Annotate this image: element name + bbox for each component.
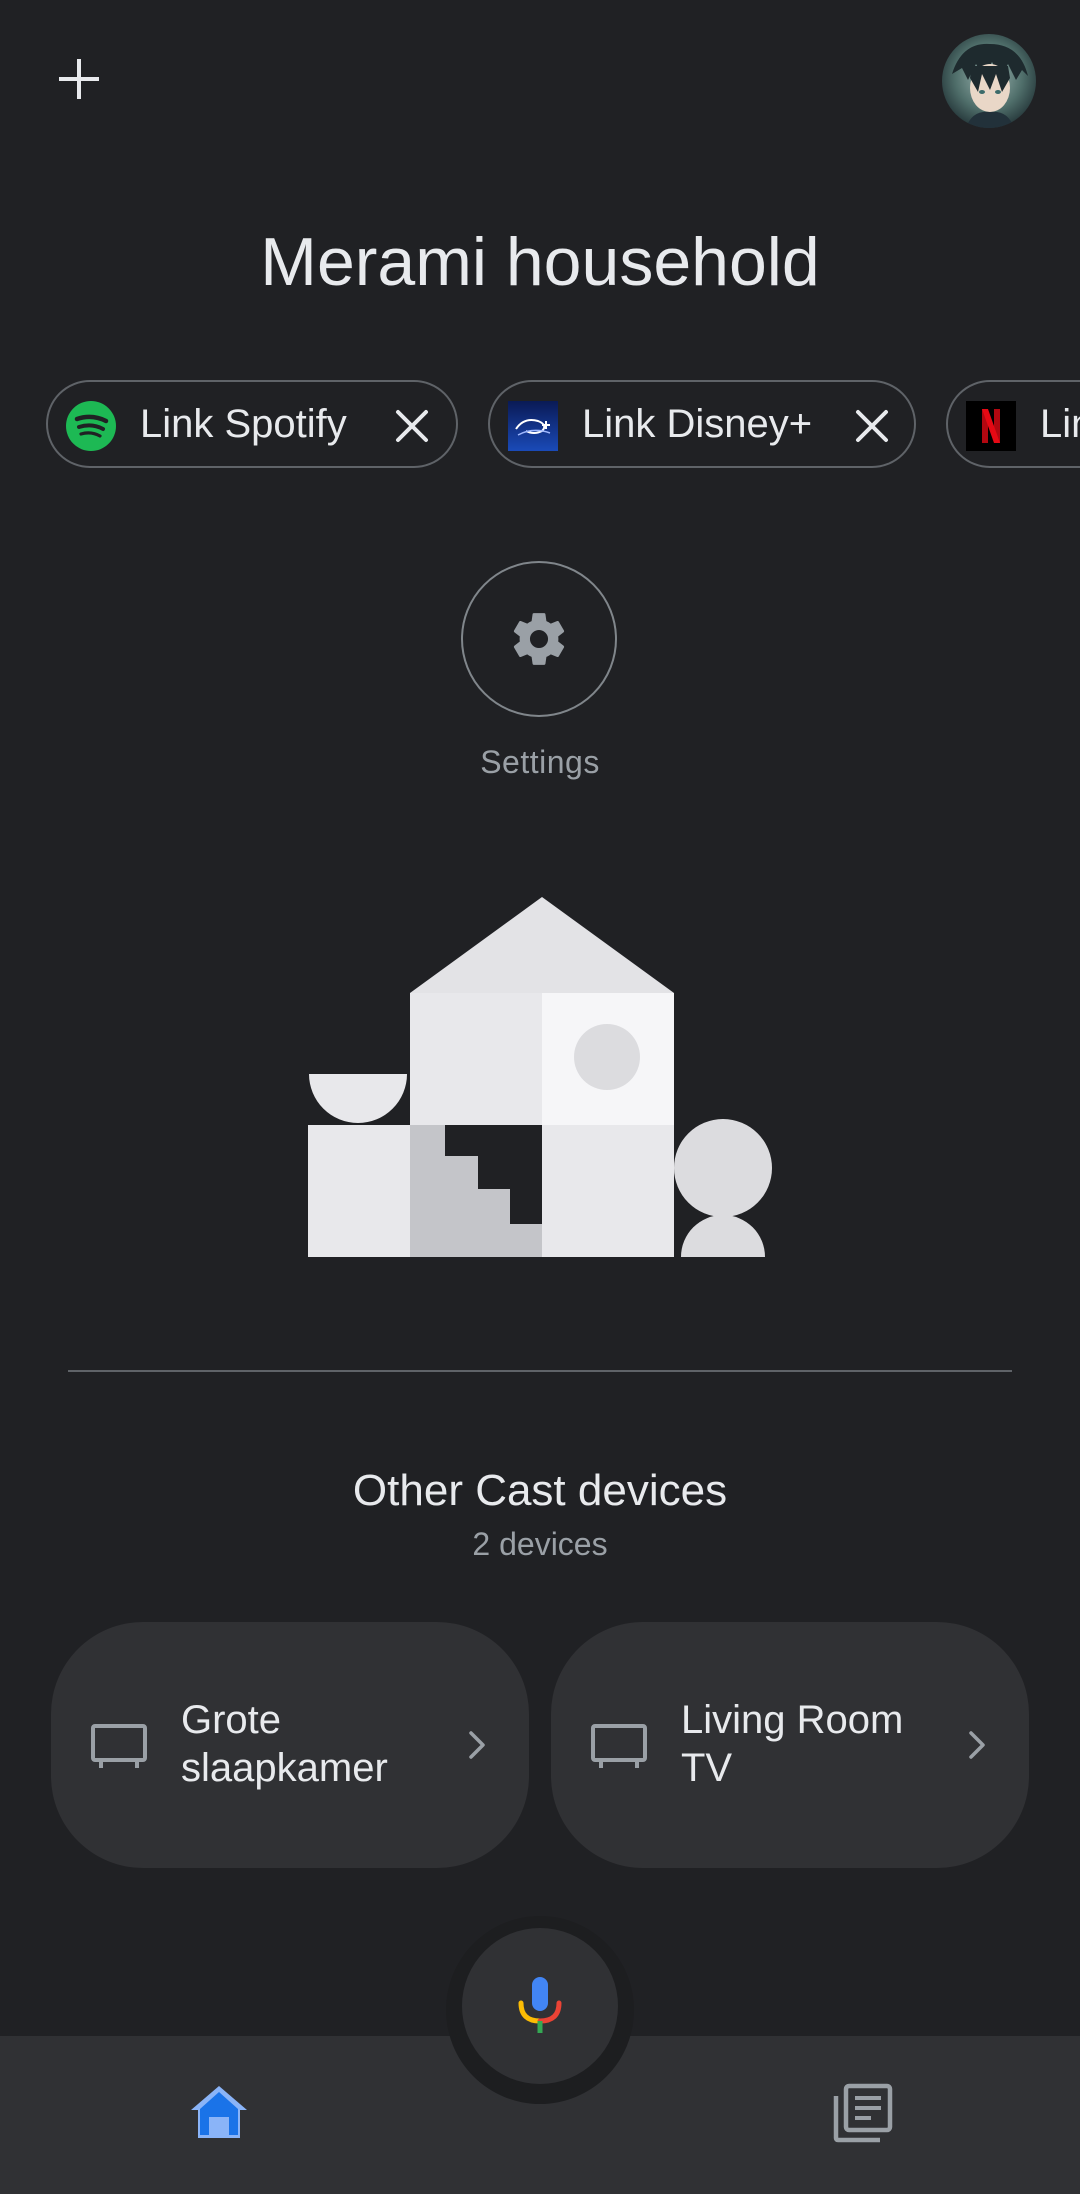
voice-assistant-button[interactable]	[462, 1928, 618, 2084]
home-icon	[191, 2086, 247, 2138]
link-netflix-chip[interactable]: Link Netflix	[946, 380, 1080, 468]
nav-feed-tab[interactable]	[830, 2080, 896, 2146]
settings-button[interactable]	[461, 561, 617, 717]
gear-icon	[513, 613, 565, 665]
device-card-living-room-tv[interactable]: Living Room TV	[551, 1622, 1029, 1868]
microphone-icon	[518, 1977, 562, 2033]
cast-device-count: 2 devices	[472, 1526, 608, 1562]
chip-label: Link Spotify	[140, 402, 347, 446]
feed-icon	[833, 2083, 893, 2143]
add-button[interactable]	[50, 50, 108, 108]
house-illustration	[308, 897, 772, 1257]
close-icon[interactable]	[392, 406, 432, 446]
settings-label: Settings	[480, 744, 600, 780]
chevron-right-icon	[469, 1731, 485, 1759]
user-avatar-image	[942, 34, 1036, 128]
account-avatar[interactable]	[942, 34, 1036, 128]
cast-section-title: Other Cast devices	[352, 1466, 728, 1515]
tv-icon	[91, 1724, 147, 1768]
chevron-right-icon	[969, 1731, 985, 1759]
close-icon[interactable]	[852, 406, 892, 446]
link-disney-plus-chip[interactable]: Link Disney+	[488, 380, 916, 468]
nav-home-tab[interactable]	[186, 2080, 252, 2146]
device-label: Grote slaapkamer	[181, 1698, 388, 1790]
spotify-logo-icon	[66, 401, 116, 451]
device-label: Living Room TV	[681, 1698, 904, 1790]
tv-icon	[591, 1724, 647, 1768]
link-chips-row: Link Spotify Link Disney+ Li	[46, 380, 1080, 472]
google-home-screen: Merami household Link Spotify Link Disne…	[0, 0, 1080, 2194]
household-title[interactable]: Merami household	[0, 228, 1080, 296]
plus-icon	[59, 59, 99, 99]
device-card-grote-slaapkamer[interactable]: Grote slaapkamer	[51, 1622, 529, 1868]
netflix-logo-icon	[966, 401, 1016, 451]
chip-label: Link Disney+	[582, 402, 813, 446]
disney-plus-logo-icon	[508, 401, 558, 451]
section-divider	[68, 1370, 1012, 1372]
chip-label: Link Netflix	[1040, 402, 1080, 446]
link-spotify-chip[interactable]: Link Spotify	[46, 380, 458, 468]
